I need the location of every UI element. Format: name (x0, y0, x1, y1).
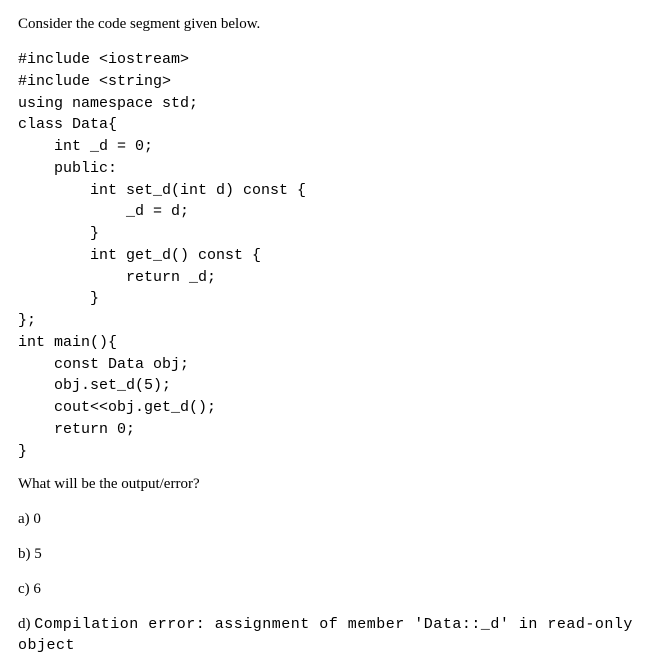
option-b: b) 5 (18, 544, 643, 565)
option-a-label: a) (18, 511, 33, 527)
question-intro: Consider the code segment given below. (18, 14, 643, 35)
option-d-label: d) (18, 616, 34, 632)
option-d: d) Compilation error: assignment of memb… (18, 614, 643, 656)
option-b-label: b) (18, 546, 34, 562)
option-b-value: 5 (34, 546, 42, 562)
option-c: c) 6 (18, 579, 643, 600)
option-d-value: Compilation error: assignment of member … (18, 616, 633, 654)
option-c-value: 6 (33, 581, 41, 597)
option-a: a) 0 (18, 509, 643, 530)
option-a-value: 0 (33, 511, 41, 527)
question-prompt: What will be the output/error? (18, 474, 643, 495)
code-segment: #include <iostream> #include <string> us… (18, 49, 643, 462)
option-c-label: c) (18, 581, 33, 597)
